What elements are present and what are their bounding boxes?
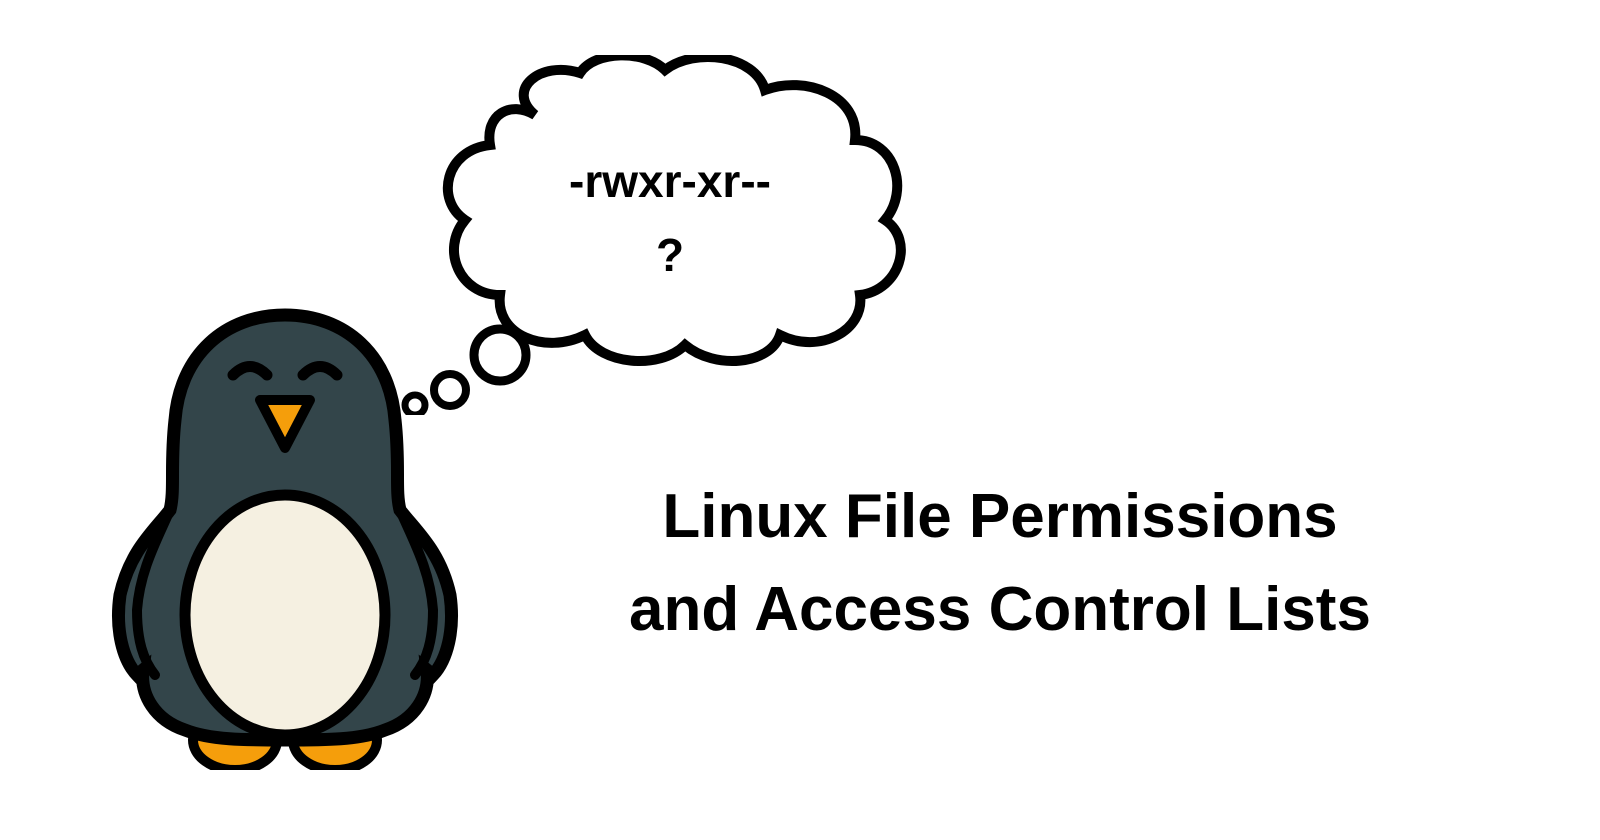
bubble-text-container: -rwxr-xr-- ? bbox=[470, 145, 870, 292]
question-mark: ? bbox=[470, 219, 870, 293]
permission-string: -rwxr-xr-- bbox=[470, 145, 870, 219]
title-line-2: and Access Control Lists bbox=[500, 563, 1500, 656]
title-line-1: Linux File Permissions bbox=[500, 470, 1500, 563]
page-title: Linux File Permissions and Access Contro… bbox=[500, 470, 1500, 656]
